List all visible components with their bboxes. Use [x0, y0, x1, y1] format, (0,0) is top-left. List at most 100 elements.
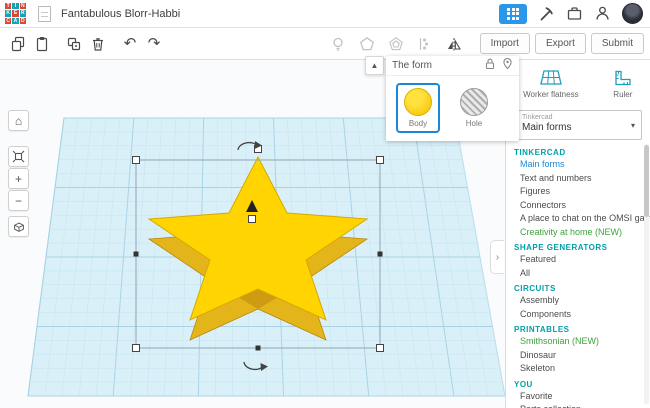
sidebar-item-smithsonian[interactable]: Smithsonian (NEW) — [506, 335, 650, 349]
category-list: TINKERCAD Main forms Text and numbers Fi… — [506, 144, 650, 408]
scale-handle[interactable] — [376, 344, 384, 352]
edge-handle[interactable] — [133, 251, 139, 257]
logo-letter: A — [12, 17, 19, 24]
inspector-body: Body Hole — [386, 76, 519, 141]
sidebar-item-assembly[interactable]: Assembly — [506, 294, 650, 308]
inspector-title: The form — [392, 60, 433, 71]
app-header: T I N K E R C A D Fantabulous Blorr-Habb… — [0, 0, 650, 28]
shapes-sidebar: Worker flatness Ruler Tinkercad Main for… — [505, 60, 650, 408]
align-button[interactable] — [413, 32, 437, 56]
ruler-tool[interactable]: Ruler — [607, 67, 639, 101]
perspective-toggle-button[interactable] — [8, 216, 29, 237]
design-title[interactable]: Fantabulous Blorr-Habbi — [61, 8, 180, 20]
sidebar-item-creativity-at-home[interactable]: Creativity at home (NEW) — [506, 226, 650, 240]
mirror-button[interactable] — [442, 32, 466, 56]
scale-handle[interactable] — [132, 344, 140, 352]
sidebar-scrollbar[interactable] — [644, 144, 649, 404]
sidebar-item-skeleton[interactable]: Skeleton — [506, 362, 650, 376]
profile-icon[interactable] — [594, 5, 611, 22]
collapse-panel-button[interactable]: › — [490, 240, 504, 274]
sidebar-item-dinosaur[interactable]: Dinosaur — [506, 349, 650, 363]
duplicate-button[interactable] — [62, 32, 86, 56]
sidebar-item-parts-collection[interactable]: Parts collection — [506, 403, 650, 408]
dropdown-value: Main forms — [522, 122, 572, 133]
copy-button[interactable] — [6, 32, 30, 56]
logo-letter: K — [5, 10, 12, 17]
shape-inspector: ▲ The form Body Hole — [365, 56, 519, 141]
avatar[interactable] — [622, 3, 643, 24]
edge-handle[interactable] — [255, 345, 261, 351]
document-icon[interactable] — [38, 5, 51, 22]
sidebar-item-connectors[interactable]: Connectors — [506, 199, 650, 213]
undo-icon: ↶ — [123, 35, 137, 52]
hole-swatch[interactable]: Hole — [452, 83, 496, 133]
export-button[interactable]: Export — [534, 33, 586, 54]
tinker-pickaxe-icon[interactable] — [538, 5, 555, 22]
logo-letter: I — [12, 3, 19, 10]
edit-toolbar: ↶ ↷ Import Export Submit — [0, 28, 650, 60]
sidebar-tools: Worker flatness Ruler — [506, 60, 650, 106]
section-header-printables: PRINTABLES — [514, 325, 570, 334]
home-view-button[interactable]: ⌂ — [8, 110, 29, 131]
section-header-shape-generators: SHAPE GENERATORS — [514, 243, 608, 252]
zoom-in-button[interactable]: + — [8, 168, 29, 189]
dropdown-label: Tinkercad — [522, 114, 553, 121]
shape-category-dropdown[interactable]: Tinkercad Main forms ▾ — [514, 110, 642, 140]
paste-button[interactable] — [30, 32, 54, 56]
hole-pattern-circle — [460, 88, 488, 116]
tinkercad-logo[interactable]: T I N K E R C A D — [5, 3, 26, 24]
scale-handle[interactable] — [132, 156, 140, 164]
collapse-inspector-button[interactable]: ▲ — [365, 56, 384, 75]
toolbar-right: Import Export Submit — [326, 32, 650, 56]
workplane-tool[interactable]: Worker flatness — [517, 67, 584, 101]
logo-letter: T — [5, 3, 12, 10]
sidebar-item-featured[interactable]: Featured — [506, 253, 650, 267]
sidebar-item-omsi-chat[interactable]: A place to chat on the OMSI game — [506, 212, 650, 226]
sidebar-item-all[interactable]: All — [506, 267, 650, 281]
header-actions — [499, 3, 650, 24]
ruler-icon — [615, 70, 631, 86]
apps-grid-button[interactable] — [499, 3, 527, 24]
pin-icon[interactable] — [502, 57, 513, 75]
ungroup-button[interactable] — [384, 32, 408, 56]
sidebar-item-figures[interactable]: Figures — [506, 185, 650, 199]
scrollbar-thumb[interactable] — [644, 145, 649, 217]
body-swatch[interactable]: Body — [396, 83, 440, 133]
logo-letter: C — [5, 17, 12, 24]
section-header-tinkercad: TINKERCAD — [514, 148, 566, 157]
sidebar-item-text-and-numbers[interactable]: Text and numbers — [506, 172, 650, 186]
briefcase-icon[interactable] — [566, 5, 583, 22]
group-button[interactable] — [355, 32, 379, 56]
sidebar-item-main-forms[interactable]: Main forms — [506, 158, 650, 172]
body-color-circle — [404, 88, 432, 116]
hole-label: Hole — [465, 119, 483, 128]
logo-letter: E — [12, 10, 19, 17]
inspector-panel: The form Body Hole — [386, 56, 519, 141]
inspector-header: The form — [386, 56, 519, 76]
redo-button[interactable]: ↷ — [142, 32, 166, 56]
section-header-you: YOU — [514, 379, 533, 389]
scale-handle[interactable] — [376, 156, 384, 164]
logo-letter: R — [19, 10, 26, 17]
zoom-out-button[interactable]: − — [8, 190, 29, 211]
chevron-down-icon: ▾ — [630, 121, 635, 130]
fit-view-button[interactable] — [8, 146, 29, 167]
undo-button[interactable]: ↶ — [118, 32, 142, 56]
workplane-tool-label: Worker flatness — [523, 90, 579, 99]
workplane-grid-icon — [540, 70, 562, 85]
top-scale-handle[interactable] — [248, 215, 256, 223]
logo-letter: N — [19, 3, 26, 10]
ruler-tool-label: Ruler — [613, 90, 633, 99]
tinkercad-app: T I N K E R C A D Fantabulous Blorr-Habb… — [0, 0, 650, 408]
show-all-button[interactable] — [326, 32, 350, 56]
submit-button[interactable]: Submit — [590, 33, 644, 54]
import-button[interactable]: Import — [479, 33, 530, 54]
edge-handle[interactable] — [377, 251, 383, 257]
logo-letter: D — [19, 17, 26, 24]
sidebar-item-favorite[interactable]: Favorite — [506, 390, 650, 404]
delete-button[interactable] — [86, 32, 110, 56]
redo-icon: ↷ — [147, 35, 161, 52]
body-label: Body — [408, 119, 428, 128]
sidebar-item-components[interactable]: Components — [506, 308, 650, 322]
lock-icon[interactable] — [484, 57, 496, 75]
